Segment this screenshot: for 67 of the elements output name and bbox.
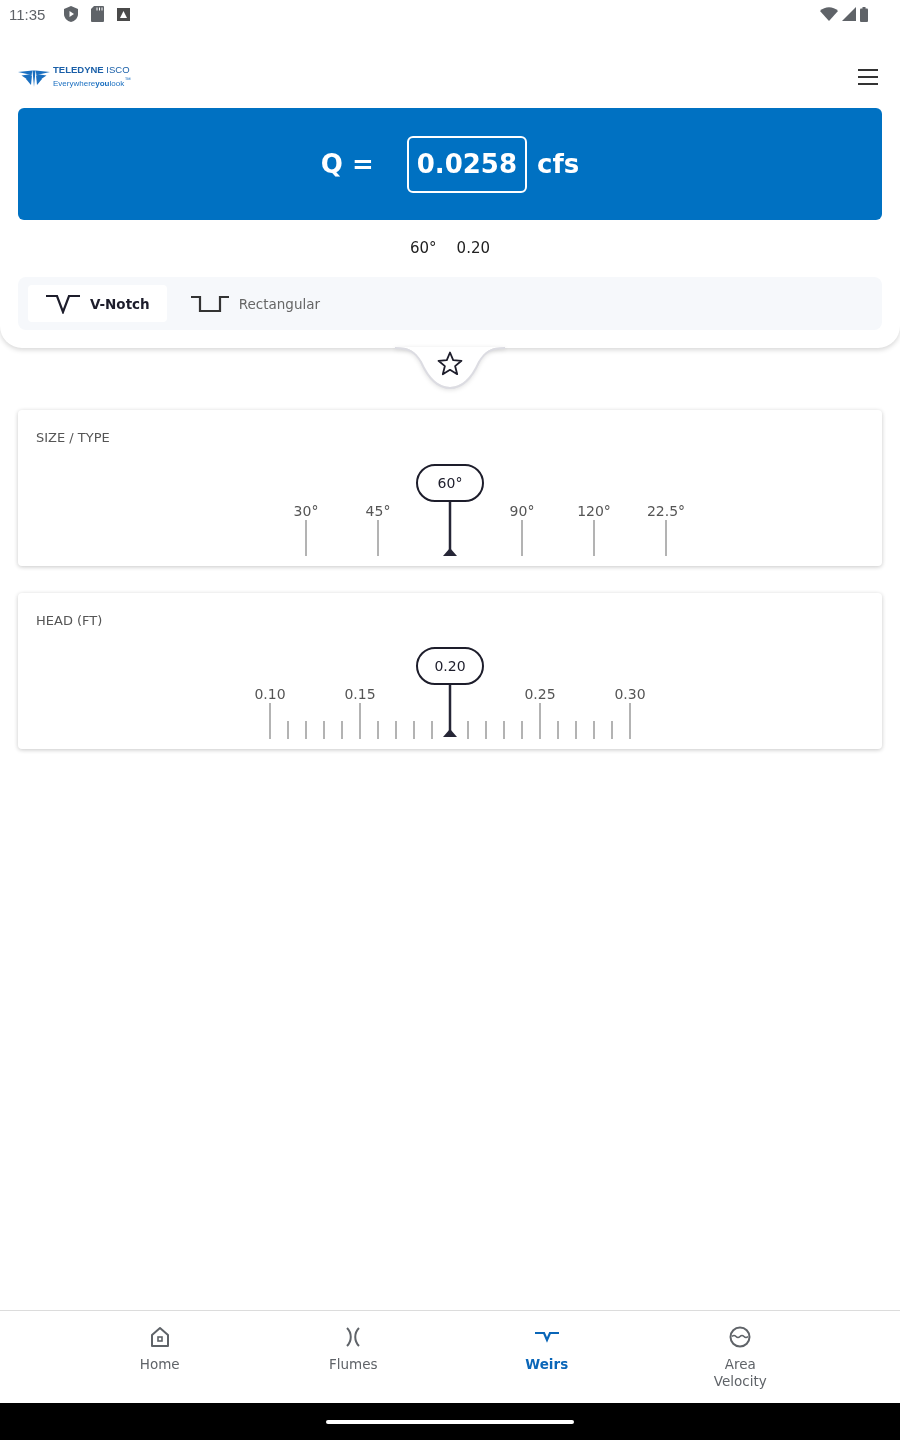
scale-tick: [413, 721, 415, 739]
setting-summary: 60°: [410, 238, 437, 258]
nav-tab[interactable]: Flumes: [256, 1311, 450, 1403]
pointer-icon: [443, 502, 457, 556]
weir-type-tab[interactable]: Rectangular: [172, 285, 338, 322]
brand-tagline: Everywhereyoulook$^{™}$: [53, 75, 131, 89]
flow-value: 0.0258: [406, 135, 528, 193]
scale-tick: [557, 721, 559, 739]
card-title: SIZE / TYPE: [36, 430, 110, 446]
wifi-icon: [820, 7, 838, 21]
scale-tick: [395, 721, 397, 739]
value-bubble[interactable]: 60°: [416, 464, 484, 502]
status-time: 11:35: [9, 5, 46, 23]
tick-label[interactable]: 30°: [293, 503, 319, 519]
card-title: HEAD (FT): [36, 613, 103, 629]
v-notch-icon: [46, 293, 80, 314]
scale-tick: [539, 703, 541, 739]
scale-tick: [377, 721, 379, 739]
tick-label[interactable]: 45°: [365, 503, 391, 519]
setting-summary: 0.20: [456, 238, 490, 258]
scale-tick: [503, 721, 505, 739]
weir-type-tab[interactable]: V-Notch: [28, 285, 167, 322]
scale-tick: [305, 721, 307, 739]
scale-tick: [611, 721, 613, 739]
menu-icon: [858, 69, 878, 85]
scale-tick: [287, 721, 289, 739]
tile-icon: [117, 7, 131, 21]
scale-tick: [629, 703, 631, 739]
scale-tick: [341, 721, 343, 739]
scale-tick: [305, 520, 307, 556]
tick-label[interactable]: 90°: [509, 503, 535, 519]
battery-icon: [860, 6, 868, 22]
rectangular-notch-icon: [190, 294, 229, 313]
scale-tick: [269, 703, 271, 739]
shield-play-icon: [64, 6, 79, 22]
flow-unit: cfs: [537, 149, 580, 179]
scale-tick: [665, 520, 667, 556]
tick-label[interactable]: 22.5°: [646, 503, 686, 519]
scale-tick: [359, 703, 361, 739]
circle-wave-icon: [728, 1325, 753, 1349]
star-icon[interactable]: [437, 351, 463, 376]
scale-tick: [377, 520, 379, 556]
signal-icon: [842, 7, 856, 21]
nav-tab[interactable]: Weirs: [450, 1311, 644, 1403]
scale-tick: [593, 721, 595, 739]
home-indicator[interactable]: [326, 1419, 574, 1424]
scale-tick: [593, 520, 595, 556]
tick-label: 0.30: [614, 686, 646, 702]
flow-symbol: Q =: [320, 149, 374, 179]
scale-tick: [323, 721, 325, 739]
scale-tick: [485, 721, 487, 739]
scale-tick: [431, 721, 433, 739]
menu-button[interactable]: [858, 69, 878, 85]
scale-tick: [521, 721, 523, 739]
nav-tab[interactable]: Home: [63, 1311, 257, 1403]
scale-tick: [575, 721, 577, 739]
pointer-icon: [443, 685, 457, 739]
tick-label: 0.25: [524, 686, 556, 702]
tick-label: 0.15: [344, 686, 376, 702]
nav-tab[interactable]: Area Velocity: [643, 1311, 837, 1403]
scale-tick: [467, 721, 469, 739]
brand-name: TELEDYNE ISCO: [53, 65, 131, 76]
scale-tick: [521, 520, 523, 556]
value-bubble[interactable]: 0.20: [416, 647, 484, 685]
tick-label: 0.10: [254, 686, 286, 702]
sd-card-icon: [91, 6, 105, 22]
tick-label[interactable]: 120°: [577, 503, 611, 519]
